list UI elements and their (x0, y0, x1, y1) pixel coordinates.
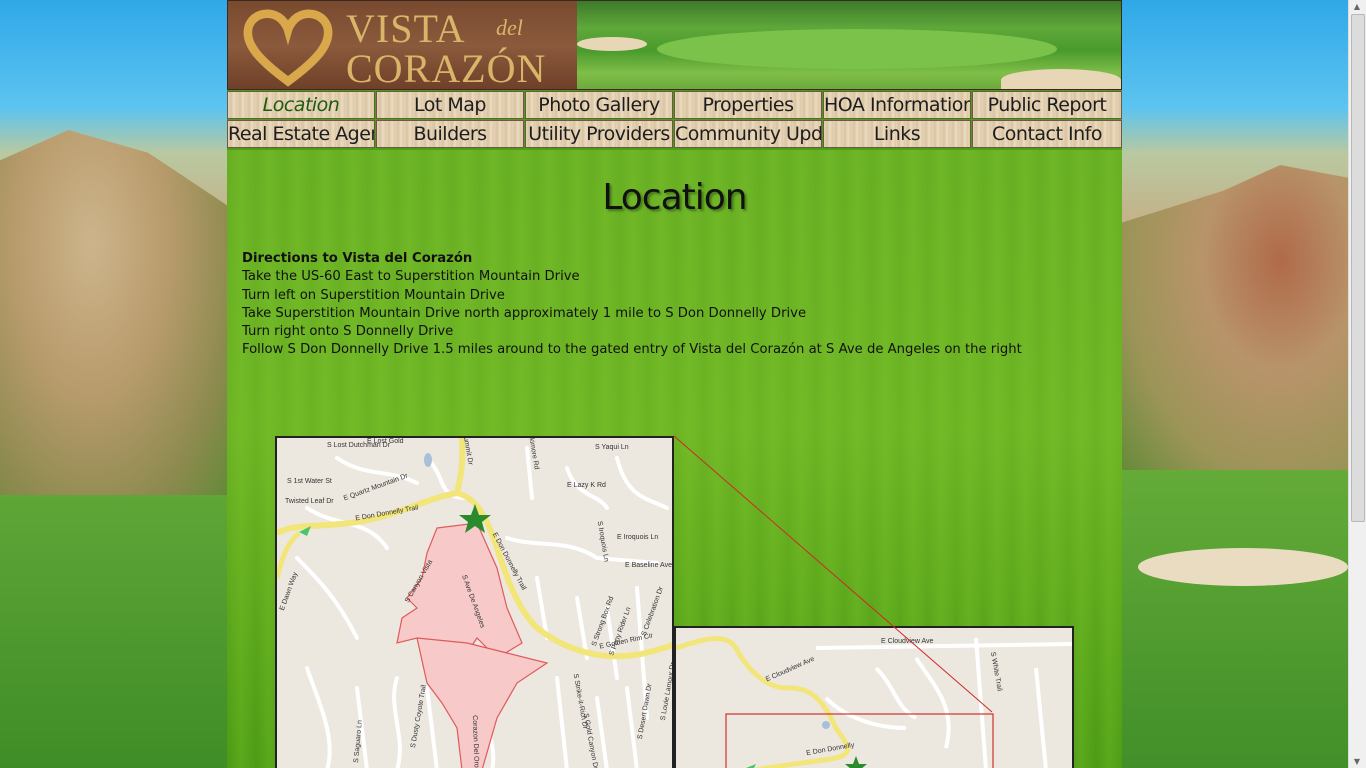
heart-logo-icon (243, 9, 333, 87)
direction-step: Follow S Don Donnelly Drive 1.5 miles ar… (242, 342, 1022, 358)
page-title: Location (602, 177, 747, 218)
nav-location[interactable]: Location (227, 91, 375, 119)
map-street-label: E Cloudview Ave (881, 638, 934, 645)
direction-step: Take the US-60 East to Superstition Moun… (242, 269, 580, 285)
map-street-label: E Lazy K Rd (567, 482, 606, 489)
vertical-scrollbar[interactable]: ▲ ▼ (1348, 0, 1366, 768)
map-street-label: E Lost Gold (367, 438, 404, 445)
direction-step: Take Superstition Mountain Drive north a… (242, 305, 807, 321)
nav-community-updates[interactable]: Community Updates (674, 120, 822, 148)
nav-properties[interactable]: Properties (674, 91, 822, 119)
main-navigation: Location Lot Map Photo Gallery Propertie… (227, 91, 1122, 150)
map-street-label: S 1st Water St (287, 478, 332, 485)
site-logo[interactable]: VISTA del CORAZÓN (228, 1, 577, 90)
nav-real-estate-agents[interactable]: Real Estate Agents (227, 120, 375, 148)
map-street-label: E Iroquois Ln (617, 534, 659, 541)
nav-hoa-information[interactable]: HOA Information (823, 91, 971, 119)
grass-background (0, 495, 228, 768)
grass-background (1122, 470, 1348, 768)
desert-hill-background (1122, 165, 1348, 485)
nav-contact-info[interactable]: Contact Info (972, 120, 1122, 148)
map-street-label: S Yaqui Ln (595, 444, 629, 451)
direction-step: Turn left on Superstition Mountain Drive (242, 287, 505, 303)
map-roads (676, 636, 1072, 768)
scrollbar-thumb[interactable] (1351, 14, 1365, 522)
nav-utility-providers[interactable]: Utility Providers (525, 120, 673, 148)
sand-bunker (1138, 548, 1348, 586)
golf-course-photo (577, 1, 1121, 89)
scroll-down-icon[interactable]: ▼ (1352, 757, 1362, 766)
desert-hill-background (0, 130, 228, 510)
logo-text-corazon: CORAZÓN (346, 46, 547, 90)
logo-text-del: del (496, 15, 523, 40)
site-banner: VISTA del CORAZÓN (227, 0, 1122, 90)
nav-lot-map[interactable]: Lot Map (376, 91, 524, 119)
nav-photo-gallery[interactable]: Photo Gallery (525, 91, 673, 119)
map-street-label: Twisted Leaf Dr (285, 498, 334, 505)
nav-links[interactable]: Links (823, 120, 971, 148)
nav-public-report[interactable]: Public Report (972, 91, 1122, 119)
directions-section: Directions to Vista del Corazón Take the… (242, 250, 1022, 360)
location-map-detail[interactable]: E Don Donnelly Trail E Don Donnelly Trai… (275, 436, 674, 768)
location-map-overview[interactable]: E Cloudview Ave E Cloudview Ave S White … (674, 626, 1074, 768)
directions-heading: Directions to Vista del Corazón (242, 251, 473, 266)
scroll-up-icon[interactable]: ▲ (1352, 2, 1362, 11)
map-street-label: E Baseline Ave (625, 562, 672, 569)
direction-step: Turn right onto S Donnelly Drive (242, 324, 454, 340)
nav-builders[interactable]: Builders (376, 120, 524, 148)
page-container: VISTA del CORAZÓN Location Lot Map Photo… (227, 0, 1122, 768)
